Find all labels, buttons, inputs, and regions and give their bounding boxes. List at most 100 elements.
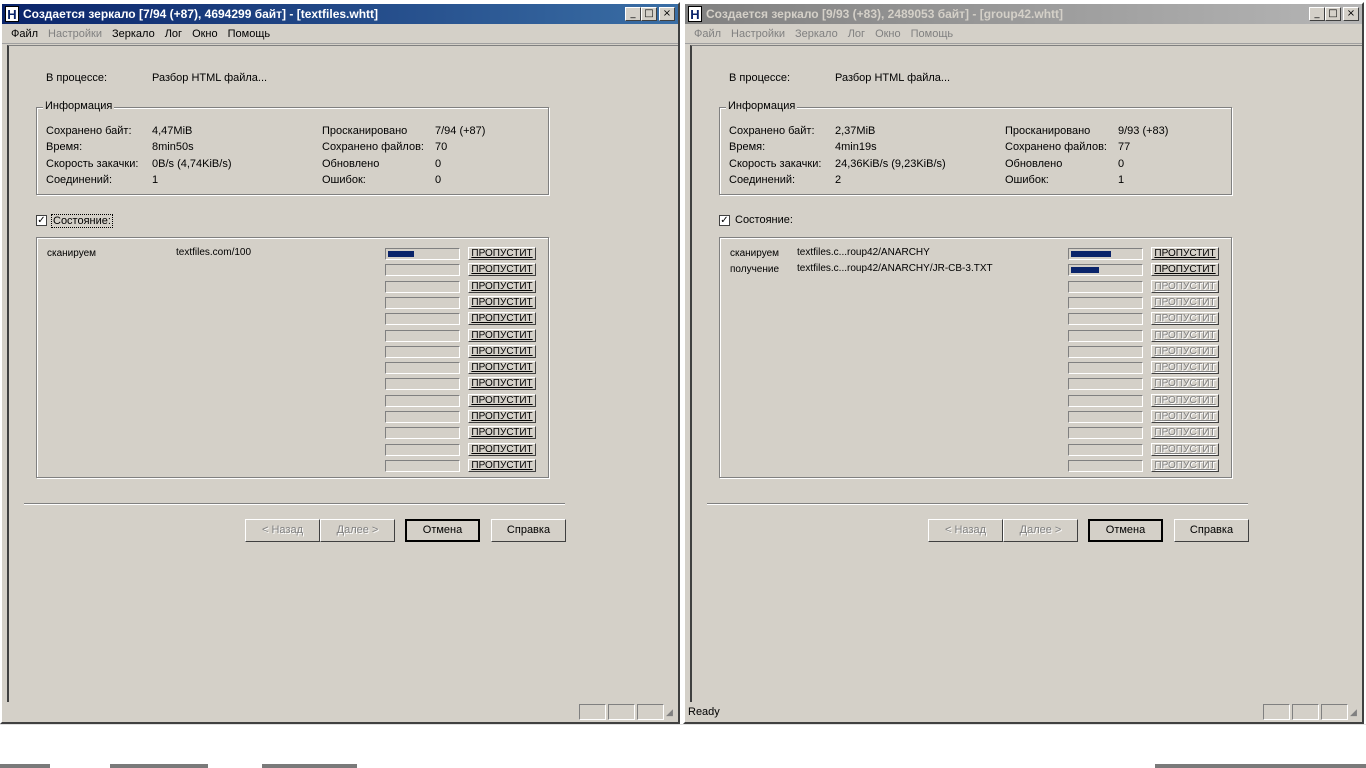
skip-button[interactable]: ПРОПУСТИТ <box>1151 312 1219 326</box>
resize-grip-icon[interactable]: ◢ <box>1350 705 1362 719</box>
skip-button[interactable]: ПРОПУСТИТ <box>1151 426 1219 440</box>
menu-help[interactable]: Помощь <box>223 28 276 40</box>
updated-label: Обновлено <box>1005 158 1063 170</box>
transfer-progress-bar <box>1068 378 1143 391</box>
skip-button[interactable]: ПРОПУСТИТ <box>1151 279 1219 293</box>
menu-log[interactable]: Лог <box>160 28 187 40</box>
skip-button[interactable]: ПРОПУСТИТ <box>1151 247 1219 260</box>
status-checkbox-label[interactable]: Состояние: <box>51 214 113 228</box>
transfer-progress-bar <box>385 378 460 391</box>
errors-label: Ошибок: <box>1005 174 1049 186</box>
back-button[interactable]: < Назад <box>928 519 1003 542</box>
httrack-app-icon[interactable]: H <box>688 6 702 22</box>
skip-button[interactable]: ПРОПУСТИТ <box>1151 295 1219 309</box>
transfer-row: ПРОПУСТИТ <box>720 410 1231 424</box>
transfer-progress-bar <box>1068 345 1143 358</box>
menu-settings[interactable]: Настройки <box>43 28 107 40</box>
taskbar-edge <box>110 764 208 768</box>
in-progress-value: Разбор HTML файла... <box>835 72 951 84</box>
info-groupbox-title: Информация <box>726 100 798 112</box>
maximize-button[interactable]: □ <box>1325 7 1341 21</box>
skip-button[interactable]: ПРОПУСТИТ <box>1151 328 1219 342</box>
skip-button[interactable]: ПРОПУСТИТ <box>468 410 536 423</box>
menu-file[interactable]: Файл <box>6 28 43 40</box>
skip-button[interactable]: ПРОПУСТИТ <box>1151 458 1219 472</box>
skip-button[interactable]: ПРОПУСТИТ <box>468 312 536 326</box>
resize-grip-icon[interactable]: ◢ <box>666 705 678 719</box>
skip-button[interactable]: ПРОПУСТИТ <box>1151 344 1219 358</box>
transfer-progress-fill <box>388 251 414 257</box>
transfer-progress-bar <box>385 248 460 260</box>
speed-label: Скорость закачки: <box>729 158 822 170</box>
menu-mirror[interactable]: Зеркало <box>790 28 843 40</box>
transfer-url: textfiles.com/100 <box>176 247 252 258</box>
status-checkbox[interactable]: ✓ <box>36 215 47 226</box>
transfer-row: ПРОПУСТИТ <box>37 410 548 424</box>
transfers-panel: сканируем textfiles.com/100 ПРОПУСТИТ ПРОПУ… <box>36 237 549 478</box>
next-button[interactable]: Далее > <box>320 519 395 542</box>
skip-button[interactable]: ПРОПУСТИТ <box>468 442 536 456</box>
transfer-row: ПРОПУСТИТ <box>37 426 548 440</box>
transfer-row: ПРОПУСТИТ <box>37 328 548 343</box>
skip-button[interactable]: ПРОПУСТИТ <box>468 328 536 342</box>
scanned-label: Просканировано <box>1005 125 1091 137</box>
status-checkbox-label[interactable]: Состояние: <box>735 214 793 226</box>
skip-button[interactable]: ПРОПУСТИТ <box>1151 442 1219 456</box>
skip-button[interactable]: ПРОПУСТИТ <box>1151 410 1219 423</box>
status-bar: Ready ◢ <box>685 702 1362 722</box>
skip-button[interactable]: ПРОПУСТИТ <box>468 344 536 358</box>
skip-button[interactable]: ПРОПУСТИТ <box>468 247 536 260</box>
back-button[interactable]: < Назад <box>245 519 320 542</box>
skip-button[interactable]: ПРОПУСТИТ <box>468 263 536 277</box>
minimize-button[interactable]: _ <box>625 7 641 21</box>
menu-settings[interactable]: Настройки <box>726 28 790 40</box>
updated-value: 0 <box>1118 158 1125 170</box>
skip-button[interactable]: ПРОПУСТИТ <box>468 279 536 293</box>
skip-button[interactable]: ПРОПУСТИТ <box>1151 361 1219 375</box>
taskbar-edge <box>1155 764 1366 768</box>
transfer-progress-bar <box>385 411 460 423</box>
skip-button[interactable]: ПРОПУСТИТ <box>1151 377 1219 391</box>
title-bar[interactable]: H Создается зеркало [7/94 (+87), 4694299… <box>2 4 678 24</box>
mirror-window-textfiles[interactable]: H Создается зеркало [7/94 (+87), 4694299… <box>0 2 680 724</box>
updated-value: 0 <box>435 158 442 170</box>
skip-button[interactable]: ПРОПУСТИТ <box>468 393 536 407</box>
status-checkbox[interactable]: ✓ <box>719 215 730 226</box>
transfer-row: получение textfiles.c...roup42/ANARCHY/JR… <box>720 263 1231 277</box>
help-button[interactable]: Справка <box>491 519 566 542</box>
minimize-button[interactable]: _ <box>1309 7 1325 21</box>
next-button[interactable]: Далее > <box>1003 519 1078 542</box>
skip-button[interactable]: ПРОПУСТИТ <box>468 361 536 375</box>
menu-window[interactable]: Окно <box>187 28 223 40</box>
transfer-row: ПРОПУСТИТ <box>720 344 1231 359</box>
mirror-window-group42[interactable]: H Создается зеркало [9/93 (+83), 2489053… <box>683 2 1364 724</box>
cancel-button[interactable]: Отмена <box>1088 519 1163 542</box>
transfer-progress-bar <box>1068 362 1143 375</box>
time-value: 8min50s <box>152 141 194 153</box>
close-button[interactable]: × <box>1343 7 1359 21</box>
maximize-button[interactable]: □ <box>641 7 657 21</box>
help-button[interactable]: Справка <box>1174 519 1249 542</box>
skip-button[interactable]: ПРОПУСТИТ <box>1151 393 1219 407</box>
scanned-value: 9/93 (+83) <box>1118 125 1169 137</box>
skip-button[interactable]: ПРОПУСТИТ <box>468 458 536 472</box>
speed-value: 24,36KiB/s (9,23KiB/s) <box>835 158 946 170</box>
menu-window[interactable]: Окно <box>870 28 906 40</box>
menu-mirror[interactable]: Зеркало <box>107 28 160 40</box>
menu-file[interactable]: Файл <box>689 28 726 40</box>
status-text: Ready <box>688 706 720 718</box>
close-button[interactable]: × <box>659 7 675 21</box>
skip-button[interactable]: ПРОПУСТИТ <box>468 377 536 391</box>
cancel-button[interactable]: Отмена <box>405 519 480 542</box>
transfer-row: ПРОПУСТИТ <box>37 442 548 457</box>
menu-log[interactable]: Лог <box>843 28 870 40</box>
skip-button[interactable]: ПРОПУСТИТ <box>468 295 536 309</box>
transfer-url: textfiles.c...roup42/ANARCHY/JR-CB-3.TXT <box>797 263 993 275</box>
skip-button[interactable]: ПРОПУСТИТ <box>1151 263 1219 277</box>
httrack-app-icon[interactable]: H <box>5 6 19 22</box>
skip-button[interactable]: ПРОПУСТИТ <box>468 426 536 440</box>
transfer-progress-bar <box>1068 280 1143 293</box>
menu-help[interactable]: Помощь <box>906 28 959 40</box>
title-bar[interactable]: H Создается зеркало [9/93 (+83), 2489053… <box>685 4 1362 24</box>
transfer-row: ПРОПУСТИТ <box>720 328 1231 343</box>
